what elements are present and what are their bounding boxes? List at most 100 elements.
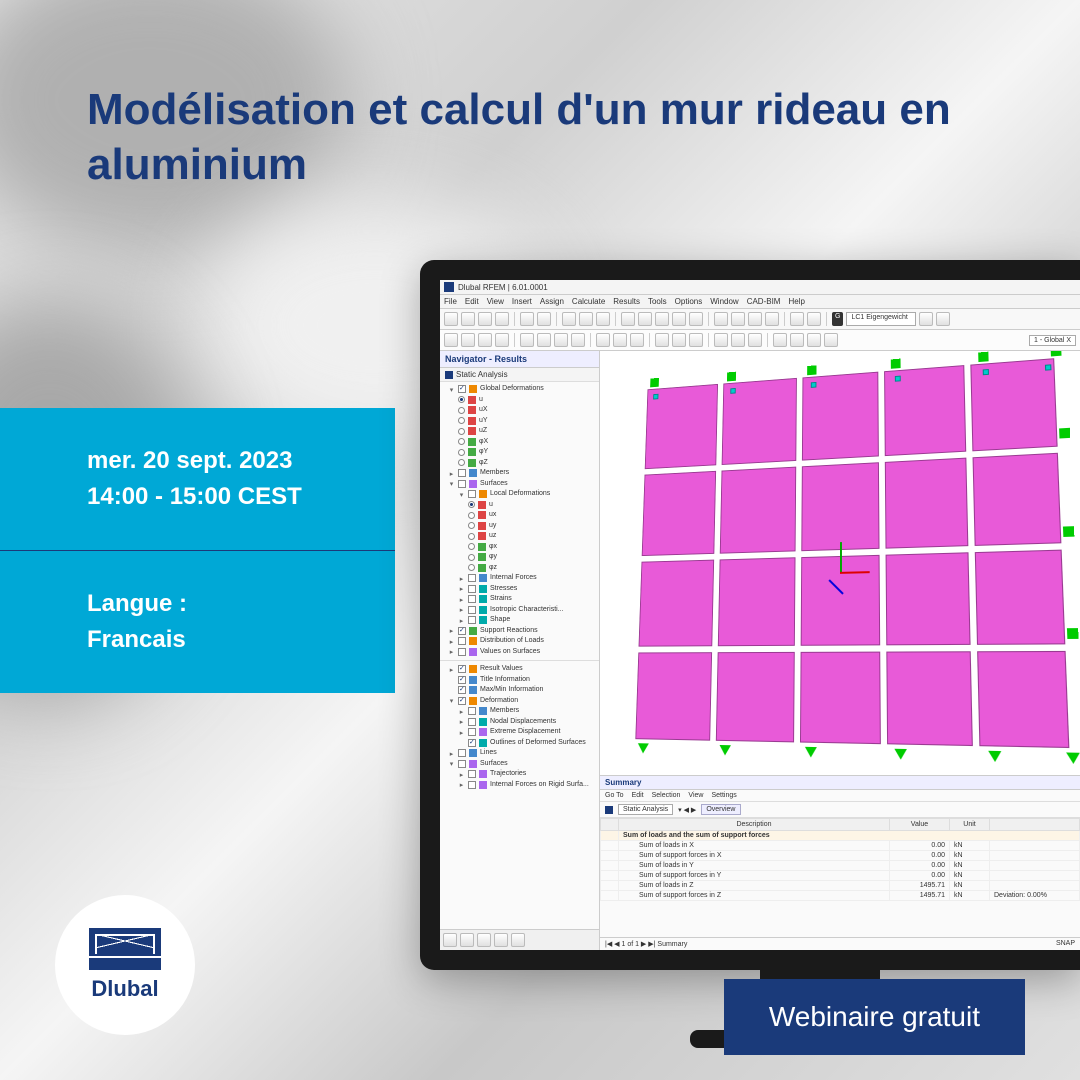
tb-snap-icon[interactable] <box>655 333 669 347</box>
menu-view[interactable]: View <box>487 297 504 306</box>
summary-menu-selection[interactable]: Selection <box>652 792 681 799</box>
tree-dist[interactable]: Distribution of Loads <box>480 636 544 647</box>
checkbox-icon[interactable] <box>458 469 466 477</box>
tree-ux[interactable]: uX <box>479 405 488 416</box>
tree-dsurfaces[interactable]: Surfaces <box>480 759 508 770</box>
tb-solid-icon[interactable] <box>689 312 703 326</box>
tb-next-icon[interactable] <box>936 312 950 326</box>
tree-titleinfo[interactable]: Title Information <box>480 675 530 686</box>
tb-paste-icon[interactable] <box>596 312 610 326</box>
menu-results[interactable]: Results <box>613 297 640 306</box>
summary-menu-goto[interactable]: Go To <box>605 792 624 799</box>
tree-extreme[interactable]: Extreme Displacement <box>490 727 560 738</box>
tb-surface-icon[interactable] <box>672 312 686 326</box>
summary-menu-view[interactable]: View <box>688 792 703 799</box>
tb-rotate-icon[interactable] <box>478 333 492 347</box>
tb-view4-icon[interactable] <box>571 333 585 347</box>
nav-tab-icon[interactable] <box>443 933 457 947</box>
radio-icon[interactable] <box>458 396 465 403</box>
tb-view1-icon[interactable] <box>520 333 534 347</box>
tb-mesh-icon[interactable] <box>765 312 779 326</box>
checkbox-icon[interactable] <box>468 585 476 593</box>
toolbar-2[interactable]: 1 - Global X <box>440 330 1080 351</box>
tb-print-icon[interactable] <box>495 312 509 326</box>
results-tree[interactable]: ▾Global Deformations u uX uY uZ φX φY φZ… <box>440 382 599 929</box>
snap-indicator[interactable]: SNAP <box>1056 940 1075 948</box>
tb-cut-icon[interactable] <box>562 312 576 326</box>
tb-calc-icon[interactable] <box>790 312 804 326</box>
checkbox-icon[interactable] <box>468 616 476 624</box>
radio-icon[interactable] <box>458 459 465 466</box>
loadcase-combo[interactable]: LC1 Eigengewicht <box>846 312 916 326</box>
tb-clip-icon[interactable] <box>748 333 762 347</box>
tb-zoom-icon[interactable] <box>495 333 509 347</box>
nav-tab-icon[interactable] <box>477 933 491 947</box>
tree-strains[interactable]: Strains <box>490 594 512 605</box>
tb-undo-icon[interactable] <box>520 312 534 326</box>
checkbox-icon[interactable] <box>468 490 476 498</box>
menu-help[interactable]: Help <box>788 297 804 306</box>
tb-member-icon[interactable] <box>655 312 669 326</box>
nav-tab-icon[interactable] <box>511 933 525 947</box>
tb-redo-icon[interactable] <box>537 312 551 326</box>
checkbox-icon[interactable] <box>468 770 476 778</box>
tree-iso[interactable]: Isotropic Characteristi... <box>490 605 564 616</box>
tree-phiz[interactable]: φZ <box>479 458 488 469</box>
tb-copy-icon[interactable] <box>579 312 593 326</box>
tb-values-icon[interactable] <box>807 333 821 347</box>
radio-icon[interactable] <box>468 564 475 571</box>
tree-surfaces[interactable]: Surfaces <box>480 479 508 490</box>
menu-tools[interactable]: Tools <box>648 297 667 306</box>
tree-shape[interactable]: Shape <box>490 615 510 626</box>
checkbox-icon[interactable] <box>468 595 476 603</box>
tree-intforces[interactable]: Internal Forces <box>490 573 537 584</box>
menu-file[interactable]: File <box>444 297 457 306</box>
checkbox-icon[interactable] <box>458 637 466 645</box>
tb-scale-icon[interactable] <box>824 333 838 347</box>
radio-icon[interactable] <box>468 533 475 540</box>
tree-u[interactable]: u <box>479 395 483 406</box>
checkbox-icon[interactable] <box>468 781 476 789</box>
tree-outlines[interactable]: Outlines of Deformed Surfaces <box>490 738 586 749</box>
tb-move-icon[interactable] <box>461 333 475 347</box>
tb-loadcase-icon[interactable] <box>731 312 745 326</box>
checkbox-icon[interactable] <box>458 676 466 684</box>
checkbox-icon[interactable] <box>458 665 466 673</box>
overview-button[interactable]: Overview <box>701 804 740 815</box>
tree-deformation[interactable]: Deformation <box>480 696 518 707</box>
tree-uy[interactable]: uY <box>479 416 488 427</box>
tree-phix[interactable]: φX <box>479 437 488 448</box>
menu-window[interactable]: Window <box>710 297 738 306</box>
tree-resvals[interactable]: Result Values <box>480 664 523 675</box>
checkbox-icon[interactable] <box>468 574 476 582</box>
tree-stresses[interactable]: Stresses <box>490 584 517 595</box>
tb-node-icon[interactable] <box>621 312 635 326</box>
tb-line-icon[interactable] <box>638 312 652 326</box>
app-menubar[interactable]: File Edit View Insert Assign Calculate R… <box>440 295 1080 309</box>
tree-members[interactable]: Members <box>480 468 509 479</box>
radio-icon[interactable] <box>468 512 475 519</box>
tree-support[interactable]: Support Reactions <box>480 626 538 637</box>
globalx-combo[interactable]: 1 - Global X <box>1029 335 1076 346</box>
tb-view2-icon[interactable] <box>537 333 551 347</box>
model-viewport[interactable] <box>600 351 1080 775</box>
tree-rigid[interactable]: Internal Forces on Rigid Surfa... <box>490 780 589 791</box>
tb-supports-icon[interactable] <box>748 312 762 326</box>
summary-menu-edit[interactable]: Edit <box>632 792 644 799</box>
tb-display-icon[interactable] <box>596 333 610 347</box>
radio-icon[interactable] <box>458 417 465 424</box>
tree-nodal[interactable]: Nodal Displacements <box>490 717 556 728</box>
tree-lphix[interactable]: φx <box>489 542 497 553</box>
menu-cadbim[interactable]: CAD-BIM <box>747 297 781 306</box>
radio-icon[interactable] <box>468 543 475 550</box>
menu-insert[interactable]: Insert <box>512 297 532 306</box>
tb-wireframe-icon[interactable] <box>630 333 644 347</box>
tb-ortho-icon[interactable] <box>689 333 703 347</box>
tree-vals[interactable]: Values on Surfaces <box>480 647 540 658</box>
summary-menu-settings[interactable]: Settings <box>711 792 736 799</box>
radio-icon[interactable] <box>468 522 475 529</box>
summary-analysis-combo[interactable]: Static Analysis <box>618 804 673 815</box>
menu-calculate[interactable]: Calculate <box>572 297 605 306</box>
nav-tab-icon[interactable] <box>494 933 508 947</box>
tree-traj[interactable]: Trajectories <box>490 769 526 780</box>
